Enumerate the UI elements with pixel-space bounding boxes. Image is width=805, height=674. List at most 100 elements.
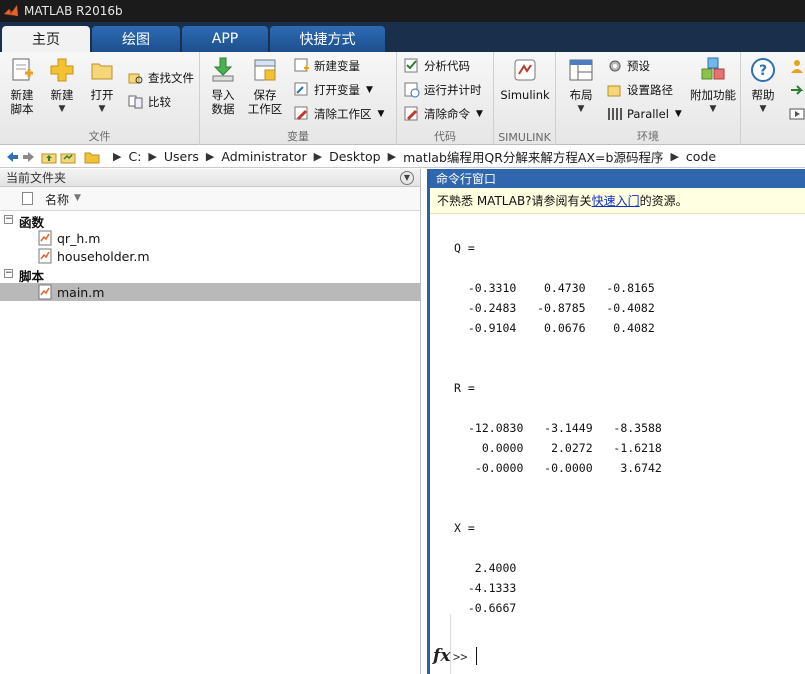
list-item[interactable]: householder.m bbox=[0, 247, 420, 265]
clear-commands-icon bbox=[404, 106, 418, 121]
address-bar: ▶ C: ▶ Users ▶ Administrator ▶ Desktop ▶… bbox=[0, 146, 805, 168]
run-and-time-button[interactable]: 运行并计时 bbox=[404, 80, 482, 100]
list-item[interactable]: qr_h.m bbox=[0, 229, 420, 247]
collapse-icon[interactable]: − bbox=[4, 269, 13, 278]
chevron-down-icon: ▼ bbox=[709, 104, 717, 114]
ribbon-section-resources: ? 帮助 ▼ bbox=[741, 52, 805, 145]
preferences-button[interactable]: 预设 bbox=[607, 56, 650, 76]
tab-shortcuts[interactable]: 快捷方式 bbox=[270, 26, 385, 52]
chevron-down-icon: ▼ bbox=[674, 109, 682, 119]
new-label: 新建 bbox=[50, 88, 74, 102]
browse-folder-icon[interactable] bbox=[60, 149, 76, 165]
run-and-time-label: 运行并计时 bbox=[424, 83, 482, 97]
forward-arrow-icon[interactable] bbox=[22, 149, 38, 165]
collapse-icon[interactable]: − bbox=[4, 215, 13, 224]
name-column-label: 名称 bbox=[45, 193, 70, 207]
breadcrumb-item[interactable]: C: bbox=[128, 149, 141, 164]
open-button[interactable]: 打开 ▼ bbox=[82, 56, 122, 116]
request-support-icon[interactable] bbox=[789, 82, 805, 98]
getting-started-link[interactable]: 快速入门 bbox=[592, 192, 640, 209]
addons-button[interactable]: 附加功能 ▼ bbox=[688, 56, 738, 116]
title-bar: MATLAB R2016b bbox=[0, 0, 805, 22]
new-script-label-2: 脚本 bbox=[10, 102, 34, 116]
output-row: -0.0000 -0.0000 3.6742 bbox=[468, 461, 662, 475]
output-row: -0.3310 0.4730 -0.8165 bbox=[454, 281, 655, 295]
ribbon-section-variable: 导入 数据 保存 工作区 新建变量 打开变量 ▼ 清除工作区 ▼ 变量 bbox=[200, 52, 397, 145]
new-script-button[interactable]: 新建 脚本 bbox=[2, 56, 42, 116]
find-files-button[interactable]: 查找文件 bbox=[128, 68, 194, 88]
breadcrumb-item[interactable]: code bbox=[686, 149, 716, 164]
fx-function-browser-icon[interactable]: fx bbox=[433, 646, 450, 666]
tab-apps-label: APP bbox=[211, 31, 239, 47]
parallel-label: Parallel bbox=[627, 107, 669, 121]
tab-home[interactable]: 主页 bbox=[2, 26, 90, 52]
tab-plots[interactable]: 绘图 bbox=[92, 26, 180, 52]
command-window: 命令行窗口 不熟悉 MATLAB?请参阅有关 快速入门 的资源。 Q = -0.33… bbox=[427, 169, 805, 674]
import-data-button[interactable]: 导入 数据 bbox=[203, 56, 243, 116]
tab-apps[interactable]: APP bbox=[182, 26, 268, 52]
tab-home-label: 主页 bbox=[32, 32, 60, 48]
breadcrumb-item[interactable]: Administrator bbox=[221, 149, 306, 164]
addons-cubes-icon bbox=[701, 57, 725, 80]
list-item-selected[interactable]: main.m bbox=[0, 283, 420, 301]
chevron-down-icon: ▼ bbox=[58, 104, 66, 114]
set-path-button[interactable]: 设置路径 bbox=[607, 80, 673, 100]
back-arrow-icon[interactable] bbox=[3, 149, 19, 165]
open-variable-button[interactable]: 打开变量 ▼ bbox=[294, 80, 373, 100]
command-prompt[interactable]: fx >> bbox=[430, 614, 805, 674]
m-script-icon bbox=[38, 284, 52, 300]
layout-button[interactable]: 布局 ▼ bbox=[561, 56, 601, 116]
panel-menu-icon[interactable]: ▼ bbox=[400, 171, 414, 185]
open-label: 打开 bbox=[90, 88, 114, 102]
analyze-code-button[interactable]: 分析代码 bbox=[404, 56, 470, 76]
clear-commands-button[interactable]: 清除命令 ▼ bbox=[404, 104, 483, 124]
command-output[interactable]: Q = -0.3310 0.4730 -0.8165 -0.2483 -0.87… bbox=[430, 214, 805, 674]
breadcrumb-item[interactable]: matlab编程用QR分解来解方程AX=b源码程序 bbox=[403, 147, 663, 166]
chevron-down-icon: ▼ bbox=[366, 85, 373, 95]
group-scripts[interactable]: − 脚本 bbox=[0, 265, 420, 284]
open-folder-icon bbox=[91, 63, 113, 80]
set-path-label: 设置路径 bbox=[627, 83, 673, 97]
section-label-environment: 环境 bbox=[637, 130, 659, 143]
output-row: -4.1333 bbox=[454, 581, 517, 595]
compare-button[interactable]: 比较 bbox=[128, 92, 171, 112]
save-workspace-button[interactable]: 保存 工作区 bbox=[245, 56, 285, 116]
find-files-label: 查找文件 bbox=[148, 71, 194, 85]
import-label-1: 导入 bbox=[211, 88, 235, 102]
output-row: -12.0830 -3.1449 -8.3588 bbox=[468, 421, 662, 435]
new-variable-button[interactable]: 新建变量 bbox=[294, 56, 360, 76]
tab-shortcuts-label: 快捷方式 bbox=[299, 32, 356, 48]
tab-plots-label: 绘图 bbox=[122, 32, 150, 48]
output-row: 0.0000 2.0272 -1.6218 bbox=[468, 441, 662, 455]
compare-label: 比较 bbox=[148, 95, 171, 109]
save-workspace-label-1: 保存 bbox=[253, 88, 277, 102]
breadcrumb-item[interactable]: Desktop bbox=[329, 149, 381, 164]
analyze-code-label: 分析代码 bbox=[424, 59, 470, 73]
find-files-icon bbox=[128, 73, 143, 84]
name-column-header[interactable]: 名称 ▼ bbox=[0, 187, 420, 211]
import-label-2: 数据 bbox=[211, 102, 235, 116]
current-folder-header: 当前文件夹 ▼ bbox=[0, 169, 420, 187]
up-folder-icon[interactable] bbox=[41, 149, 57, 165]
community-icon[interactable] bbox=[789, 58, 805, 74]
ribbon-section-environment: 布局 ▼ 预设 设置路径 Parallel ▼ 附加功能 ▼ 环境 bbox=[556, 52, 741, 145]
help-button[interactable]: ? 帮助 ▼ bbox=[743, 56, 783, 116]
output-row: -0.6667 bbox=[454, 601, 517, 615]
new-variable-label: 新建变量 bbox=[314, 59, 360, 73]
parallel-button[interactable]: Parallel ▼ bbox=[607, 104, 682, 124]
simulink-button[interactable]: Simulink bbox=[497, 56, 553, 102]
learn-matlab-icon[interactable] bbox=[789, 106, 805, 122]
save-workspace-icon bbox=[254, 59, 276, 81]
breadcrumb-separator-icon: ▶ bbox=[205, 150, 215, 163]
new-button[interactable]: 新建 ▼ bbox=[42, 56, 82, 116]
file-name: main.m bbox=[57, 285, 105, 300]
command-window-header: 命令行窗口 bbox=[430, 169, 805, 188]
matlab-logo-icon bbox=[4, 5, 18, 16]
command-window-title: 命令行窗口 bbox=[436, 172, 497, 186]
chevron-down-icon: ▼ bbox=[577, 104, 585, 114]
clear-workspace-button[interactable]: 清除工作区 ▼ bbox=[294, 104, 384, 124]
output-row: -0.2483 -0.8785 -0.4082 bbox=[454, 301, 655, 315]
simulink-icon bbox=[514, 59, 536, 81]
group-functions[interactable]: − 函数 bbox=[0, 211, 420, 230]
breadcrumb-item[interactable]: Users bbox=[164, 149, 199, 164]
